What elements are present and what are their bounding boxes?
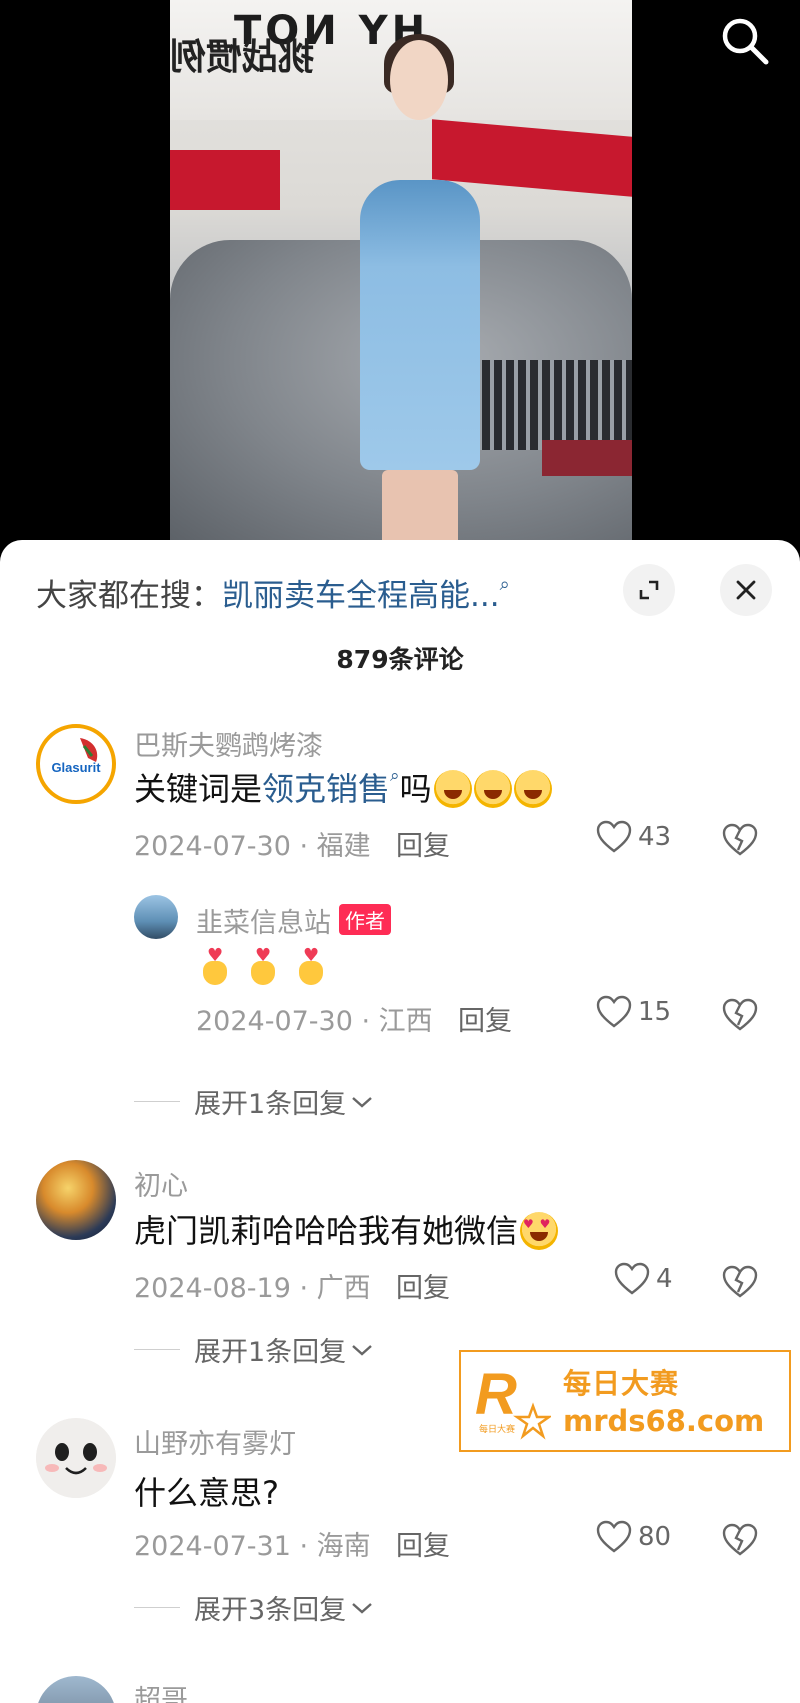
comment-item[interactable]: 超哥 [0, 1676, 800, 1703]
user-name[interactable]: 巴斯夫鹦鹉烤漆 [134, 724, 323, 763]
comment-count: 879条评论 [336, 645, 464, 674]
chevron-down-icon [352, 1344, 372, 1356]
like-count: 15 [638, 997, 672, 1027]
dislike-icon[interactable] [722, 1522, 758, 1558]
watermark-url: mrds68.com [563, 1404, 765, 1438]
avatar[interactable] [36, 1676, 116, 1703]
avatar[interactable] [36, 1160, 116, 1240]
expand-replies-button[interactable]: 展开1条回复 [134, 1330, 374, 1369]
avatar[interactable]: Glasurit [36, 724, 116, 804]
search-mini-icon: ⌕ [499, 574, 510, 595]
heart-icon [596, 1520, 632, 1553]
comment-date-region: 2024-08-19 · 广西 [134, 1273, 371, 1304]
laugh-cry-emoji [513, 770, 552, 808]
user-name[interactable]: 山野亦有雾灯 [134, 1422, 296, 1461]
watermark-logo: R 每日大赛 [475, 1362, 551, 1440]
avatar[interactable] [36, 1418, 116, 1498]
reply-item[interactable]: 韭菜信息站作者 2024-07-30 · 江西 回复 15 [0, 895, 800, 1045]
expand-button[interactable] [623, 564, 675, 616]
reply-button[interactable]: 回复 [458, 999, 512, 1038]
like-button[interactable]: 43 [596, 820, 671, 854]
comment-keyword-link[interactable]: 领克销售 [262, 770, 390, 808]
expand-replies-button[interactable]: 展开3条回复 [134, 1588, 374, 1627]
reply-button[interactable]: 回复 [396, 824, 450, 863]
hot-search-keyword[interactable]: 凯丽卖车全程高能... [222, 578, 500, 614]
like-button[interactable]: 80 [596, 1520, 671, 1554]
comment-text-before: 关键词是 [134, 770, 263, 808]
heart-icon [596, 995, 632, 1028]
comment-text: 关键词是领克销售⌕吗 [134, 764, 552, 810]
like-count: 43 [638, 822, 672, 852]
watermark-banner: R 每日大赛 每日大赛 mrds68.com [459, 1350, 791, 1452]
close-button[interactable] [720, 564, 772, 616]
heart-icon [596, 820, 632, 853]
comment-item[interactable]: 初心 虎门凯莉哈哈哈我有她微信 2024-08-19 · 广西 回复 4 展开1… [0, 1160, 800, 1368]
presenter-dress [360, 180, 480, 470]
dislike-icon[interactable] [722, 822, 758, 858]
laugh-cry-emoji [473, 770, 512, 808]
dislike-icon[interactable] [722, 997, 758, 1033]
comment-date-region: 2024-07-31 · 海南 [134, 1531, 371, 1562]
presenter-legs [382, 470, 458, 540]
car-plate [542, 440, 632, 476]
avatar-brand-text: Glasurit [51, 760, 101, 775]
reply-button[interactable]: 回复 [396, 1266, 450, 1305]
heart-eyes-emoji [520, 1212, 559, 1250]
smiley-avatar [36, 1418, 116, 1498]
close-icon [736, 580, 756, 600]
expand-replies-label: 展开1条回复 [194, 1337, 347, 1368]
sign-text-2: 挑战惯例 [170, 37, 315, 78]
user-name[interactable]: 初心 [134, 1164, 188, 1203]
heart-hands-emoji [198, 945, 232, 987]
divider-line [134, 1607, 180, 1608]
watermark-logo-letter: R [475, 1362, 517, 1427]
red-banner-left [170, 150, 280, 210]
comment-text-content: 虎门凯莉哈哈哈我有她微信 [134, 1212, 519, 1250]
reply-date-region: 2024-07-30 · 江西 [196, 1006, 433, 1037]
comment-text-after: 吗 [399, 770, 432, 808]
author-badge: 作者 [339, 904, 391, 935]
heart-hands-emoji [246, 945, 280, 987]
video-frame[interactable]: HY NOT 挑战惯例 [170, 0, 632, 540]
comment-sheet: 大家都在搜：凯丽卖车全程高能...⌕ 879条评论 Glasurit 巴斯夫鹦鹉… [0, 540, 800, 1703]
reply-button[interactable]: 回复 [396, 1524, 450, 1563]
comment-text: 虎门凯莉哈哈哈我有她微信 [134, 1206, 559, 1252]
divider-line [134, 1349, 180, 1350]
like-count: 80 [638, 1522, 672, 1552]
comment-item[interactable]: Glasurit 巴斯夫鹦鹉烤漆 关键词是领克销售⌕吗 2024-07-30 ·… [0, 720, 800, 870]
search-icon[interactable] [718, 14, 772, 68]
reply-user-name-text: 韭菜信息站 [196, 908, 331, 939]
hot-search-prefix: 大家都在搜： [36, 578, 222, 614]
like-button[interactable]: 4 [614, 1262, 673, 1296]
hot-search[interactable]: 大家都在搜：凯丽卖车全程高能...⌕ [36, 570, 510, 615]
dislike-icon[interactable] [722, 1264, 758, 1300]
like-button[interactable]: 15 [596, 995, 671, 1029]
expand-icon [639, 580, 659, 600]
chevron-down-icon [352, 1602, 372, 1614]
presenter [320, 34, 520, 540]
avatar-logo: Glasurit [42, 730, 110, 798]
expand-replies-button[interactable]: 展开1条回复 [134, 1082, 374, 1121]
presenter-head [390, 40, 448, 120]
comment-date-region: 2024-07-30 · 福建 [134, 831, 371, 862]
chevron-down-icon [352, 1096, 372, 1108]
avatar[interactable] [134, 895, 178, 939]
heart-icon [614, 1262, 650, 1295]
laugh-cry-emoji [433, 770, 472, 808]
comment-text: 什么意思? [134, 1474, 279, 1512]
user-name[interactable]: 超哥 [134, 1678, 188, 1703]
watermark-logo-small: 每日大赛 [479, 1423, 515, 1434]
reply-user-name[interactable]: 韭菜信息站 作者 [196, 901, 391, 940]
heart-hands-emoji [294, 945, 328, 987]
watermark-title: 每日大赛 [563, 1367, 680, 1400]
search-mini-icon: ⌕ [390, 766, 400, 786]
reply-text [198, 945, 342, 995]
like-count: 4 [656, 1264, 673, 1294]
expand-replies-label: 展开3条回复 [194, 1595, 347, 1626]
sheet-header: 大家都在搜：凯丽卖车全程高能...⌕ [0, 540, 800, 640]
expand-replies-label: 展开1条回复 [194, 1089, 347, 1120]
divider-line [134, 1101, 180, 1102]
video-player[interactable]: HY NOT 挑战惯例 [0, 0, 800, 560]
